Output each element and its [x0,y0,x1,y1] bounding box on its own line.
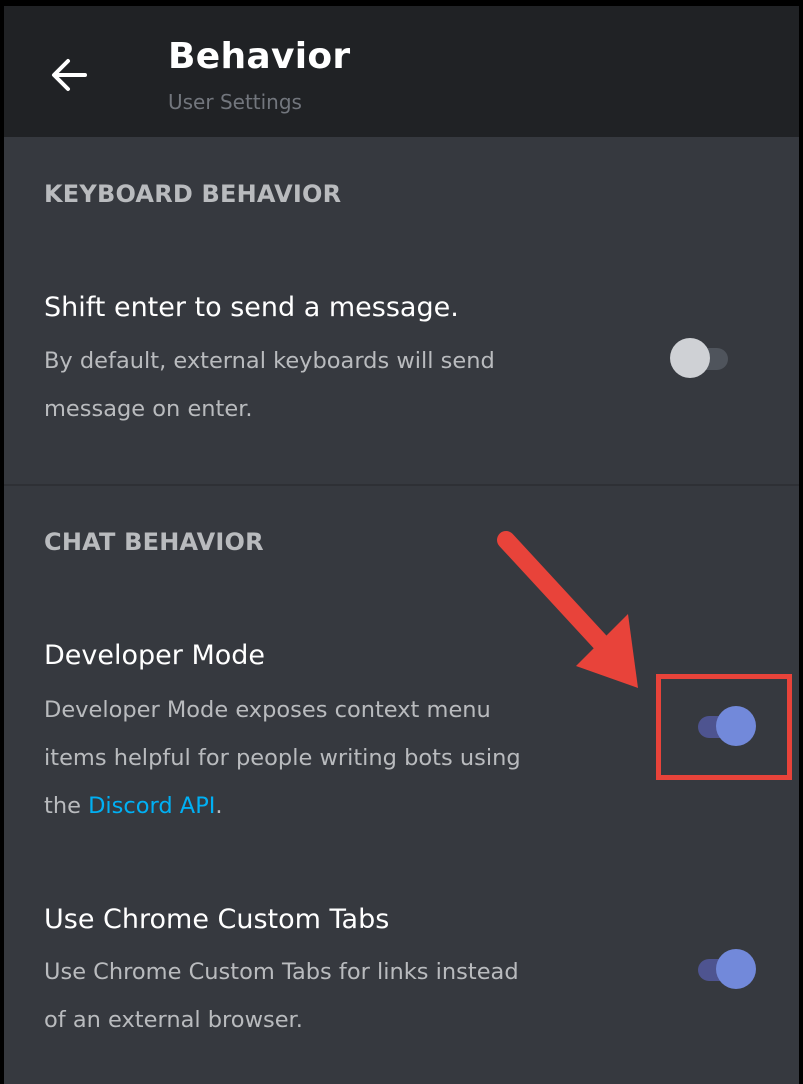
description-line: Use Chrome Custom Tabs for links instead [44,959,519,985]
arrow-left-icon [52,59,87,91]
description-text: . [215,793,223,819]
toggle-knob [716,949,756,989]
description-line: By default, external keyboards will send [44,348,495,374]
section-header-keyboard-behavior: KEYBOARD BEHAVIOR [44,180,342,208]
setting-description-shift-enter: By default, external keyboards will send… [44,337,634,433]
settings-screen: Behavior User Settings KEYBOARD BEHAVIOR… [4,6,799,1084]
description-line: Developer Mode exposes context menu [44,697,491,723]
section-divider [4,484,799,486]
discord-api-link[interactable]: Discord API [88,793,215,819]
setting-description-chrome-custom-tabs: Use Chrome Custom Tabs for links instead… [44,948,634,1044]
description-line: items helpful for people writing bots us… [44,745,521,771]
setting-title-shift-enter: Shift enter to send a message. [44,292,459,323]
shift-enter-toggle[interactable] [670,338,730,378]
setting-title-developer-mode: Developer Mode [44,640,266,671]
top-app-bar: Behavior User Settings [4,6,799,137]
setting-description-developer-mode: Developer Mode exposes context menu item… [44,686,634,830]
section-header-chat-behavior: CHAT BEHAVIOR [44,528,264,556]
page-title: Behavior [168,36,351,77]
highlight-box [656,674,792,780]
description-line: the Discord API. [44,782,634,830]
description-line: of an external browser. [44,1007,303,1033]
back-button[interactable] [44,50,94,100]
page-subtitle: User Settings [168,90,302,114]
description-text: the [44,793,89,819]
description-line: message on enter. [44,396,253,422]
chrome-custom-tabs-toggle[interactable] [690,949,756,989]
setting-title-chrome-custom-tabs: Use Chrome Custom Tabs [44,904,390,935]
toggle-knob [670,338,710,378]
